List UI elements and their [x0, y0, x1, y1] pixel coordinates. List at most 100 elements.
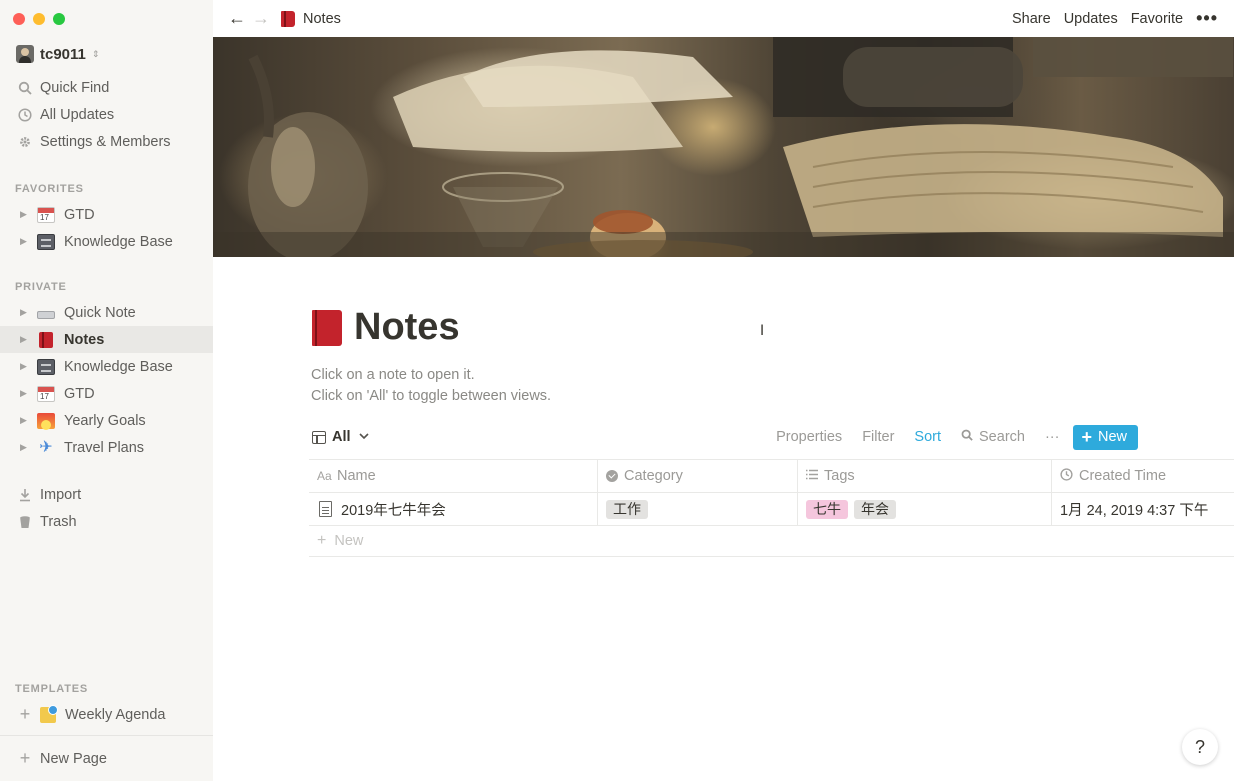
workspace-switcher[interactable]: tc9011 ⇕ — [16, 45, 99, 63]
keyboard-icon — [37, 310, 55, 319]
column-label: Category — [624, 468, 683, 484]
favorites-section-label: FAVORITES — [15, 183, 84, 195]
sidebar-item-knowledge-base[interactable]: ▶ Knowledge Base — [0, 353, 213, 380]
sidebar-divider — [0, 735, 213, 736]
sidebar-item-quick-note[interactable]: ▶ Quick Note — [0, 299, 213, 326]
sidebar-item-import[interactable]: Import — [0, 481, 213, 508]
sidebar-item-label: Notes — [64, 331, 105, 348]
favorite-button[interactable]: Favorite — [1131, 11, 1183, 27]
plus-icon: + — [317, 532, 327, 549]
share-button[interactable]: Share — [1012, 11, 1051, 27]
sidebar-item-trash[interactable]: Trash — [0, 508, 213, 535]
view-actions: Properties Filter Sort Search ··· + New — [776, 424, 1138, 450]
sidebar-item-all-updates[interactable]: All Updates — [0, 101, 213, 128]
red-book-icon — [281, 10, 295, 27]
new-page-label: New Page — [40, 750, 107, 767]
breadcrumb[interactable]: Notes — [281, 10, 341, 27]
sidebar-item-label: Quick Note — [64, 304, 136, 321]
file-cabinet-icon — [37, 358, 55, 375]
sidebar-item-knowledge-base-favorite[interactable]: ▶ Knowledge Base — [0, 228, 213, 255]
column-header-name[interactable]: Aa Name — [309, 460, 598, 492]
column-label: Tags — [824, 468, 855, 484]
forward-arrow-icon[interactable]: → — [249, 8, 273, 29]
chevron-down-icon — [358, 432, 369, 443]
add-row-button[interactable]: + New — [309, 526, 1234, 557]
sidebar-item-label: Trash — [40, 513, 77, 530]
zoom-window-button[interactable] — [53, 13, 65, 25]
new-page-button[interactable]: + New Page — [0, 745, 213, 772]
sidebar-item-travel-plans[interactable]: ▶ ✈ Travel Plans — [0, 434, 213, 461]
avatar — [16, 45, 34, 63]
list-icon — [806, 468, 818, 484]
filter-button[interactable]: Filter — [862, 429, 894, 445]
sidebar-item-label: Settings & Members — [40, 133, 171, 150]
download-icon — [16, 488, 34, 502]
note-name[interactable]: 2019年七牛年会 — [341, 499, 446, 520]
expand-triangle-icon[interactable]: ▶ — [20, 307, 30, 318]
table-row[interactable]: 2019年七牛年会 工作 七牛 年会 1月 24, 2019 4:37 下午 — [309, 493, 1234, 526]
search-label: Search — [979, 429, 1025, 445]
cover-image[interactable] — [213, 37, 1234, 257]
expand-triangle-icon[interactable]: ▶ — [20, 209, 30, 220]
sidebar-item-label: Import — [40, 486, 82, 503]
sidebar-item-label: Yearly Goals — [64, 412, 146, 429]
sidebar-item-notes[interactable]: ▶ Notes — [0, 326, 213, 353]
sidebar-item-gtd-favorite[interactable]: ▶ GTD — [0, 201, 213, 228]
calendar-icon — [37, 206, 55, 223]
category-cell[interactable]: 工作 — [598, 493, 798, 525]
column-label: Name — [337, 468, 376, 484]
column-header-created-time[interactable]: Created Time — [1052, 460, 1234, 492]
clock-icon — [16, 107, 34, 122]
document-icon — [319, 501, 332, 517]
more-options-icon[interactable]: ··· — [1045, 429, 1060, 445]
calendar-icon — [37, 385, 55, 402]
sidebar-item-settings[interactable]: Settings & Members — [0, 128, 213, 155]
view-name: All — [332, 429, 351, 445]
properties-button[interactable]: Properties — [776, 429, 842, 445]
page-title-text[interactable]: Notes — [354, 306, 460, 349]
more-options-icon[interactable]: ••• — [1196, 8, 1218, 29]
sidebar-item-weekly-agenda[interactable]: + Weekly Agenda — [0, 701, 213, 728]
help-button[interactable]: ? — [1182, 729, 1218, 765]
expand-triangle-icon[interactable]: ▶ — [20, 361, 30, 372]
workspace-name: tc9011 — [40, 45, 86, 63]
sidebar-item-label: All Updates — [40, 106, 115, 123]
sidebar-item-yearly-goals[interactable]: ▶ Yearly Goals — [0, 407, 213, 434]
tags-cell[interactable]: 七牛 年会 — [798, 493, 1052, 525]
text-property-icon: Aa — [317, 469, 332, 483]
sidebar-item-label: GTD — [64, 206, 95, 223]
expand-triangle-icon[interactable]: ▶ — [20, 415, 30, 426]
plus-icon: + — [19, 748, 31, 768]
search-button[interactable]: Search — [961, 429, 1025, 445]
page-title[interactable]: Notes — [312, 306, 460, 349]
sidebar-item-quick-find[interactable]: Quick Find — [0, 74, 213, 101]
table-header: Aa Name Category Tags Created Time — [309, 459, 1234, 493]
close-window-button[interactable] — [13, 13, 25, 25]
sort-button[interactable]: Sort — [914, 429, 941, 445]
page-description-line-1[interactable]: Click on a note to open it. — [311, 367, 475, 383]
updates-button[interactable]: Updates — [1064, 11, 1118, 27]
top-actions: Share Updates Favorite ••• — [1012, 0, 1218, 37]
plus-icon[interactable]: + — [16, 704, 34, 725]
expand-triangle-icon[interactable]: ▶ — [20, 236, 30, 247]
sidebar-item-label: Quick Find — [40, 79, 110, 96]
notes-table: Aa Name Category Tags Created Time 2019年… — [309, 459, 1234, 557]
new-record-button[interactable]: + New — [1073, 424, 1138, 450]
expand-triangle-icon[interactable]: ▶ — [20, 388, 30, 399]
column-header-category[interactable]: Category — [598, 460, 798, 492]
back-arrow-icon[interactable]: ← — [225, 8, 249, 29]
view-switcher[interactable]: All — [312, 424, 369, 450]
created-time-cell[interactable]: 1月 24, 2019 4:37 下午 — [1052, 493, 1234, 525]
name-cell[interactable]: 2019年七牛年会 — [309, 493, 598, 525]
page-description-line-2[interactable]: Click on 'All' to toggle between views. — [311, 388, 551, 404]
gear-icon — [16, 135, 34, 149]
topbar: ← → Notes Share Updates Favorite ••• — [213, 0, 1234, 37]
column-header-tags[interactable]: Tags — [798, 460, 1052, 492]
expand-triangle-icon[interactable]: ▶ — [20, 442, 30, 453]
red-book-icon[interactable] — [312, 309, 342, 346]
minimize-window-button[interactable] — [33, 13, 45, 25]
expand-triangle-icon[interactable]: ▶ — [20, 334, 30, 345]
trash-icon — [16, 515, 34, 529]
sidebar-item-gtd[interactable]: ▶ GTD — [0, 380, 213, 407]
sunrise-icon — [37, 412, 55, 430]
